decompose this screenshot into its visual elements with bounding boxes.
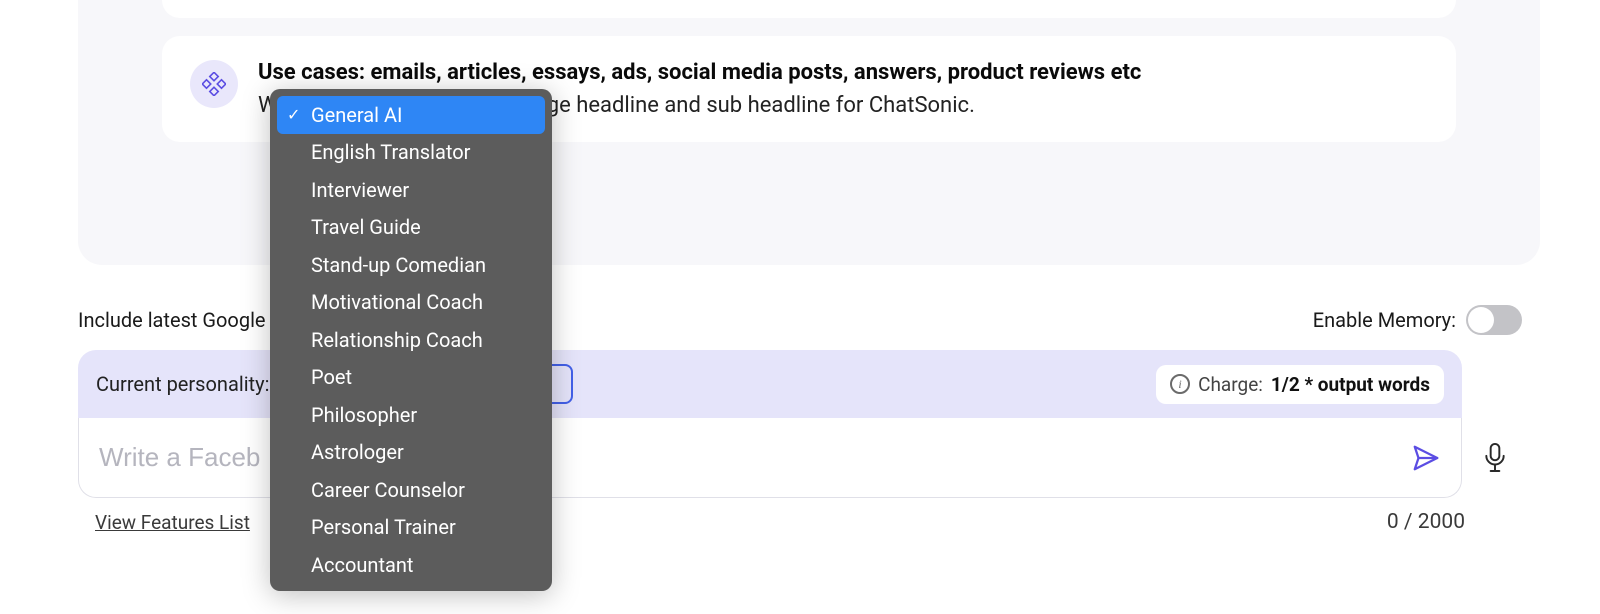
dropdown-item-label: Motivational Coach	[311, 290, 483, 314]
dropdown-item[interactable]: Interviewer	[277, 171, 545, 209]
mic-button[interactable]	[1480, 438, 1510, 478]
enable-memory-toggle[interactable]	[1466, 305, 1522, 335]
dropdown-item[interactable]: Accountant	[277, 546, 545, 584]
check-icon: ✓	[287, 105, 300, 124]
current-personality-label: Current personality:	[96, 372, 269, 396]
dropdown-item-label: Travel Guide	[311, 215, 421, 239]
enable-memory-control: Enable Memory:	[1313, 305, 1522, 335]
diamond-grid-icon	[202, 72, 226, 96]
dropdown-item-label: General AI	[311, 103, 402, 127]
dropdown-item[interactable]: Motivational Coach	[277, 284, 545, 322]
dropdown-item-label: Personal Trainer	[311, 515, 456, 539]
dropdown-item[interactable]: ✓ General AI	[277, 96, 545, 134]
charge-badge: i Charge: 1/2 * output words	[1156, 365, 1444, 404]
dropdown-item[interactable]: Career Counselor	[277, 471, 545, 509]
subtitle-end: ng page headline and sub headline for Ch…	[492, 93, 974, 118]
enable-memory-label: Enable Memory:	[1313, 308, 1456, 332]
dropdown-item[interactable]: Philosopher	[277, 396, 545, 434]
dropdown-item-label: English Translator	[311, 140, 470, 164]
dropdown-item[interactable]: Travel Guide	[277, 209, 545, 247]
use-cases-title: Use cases: emails, articles, essays, ads…	[258, 60, 1428, 85]
personality-dropdown[interactable]: ✓ General AI English Translator Interviewer…	[270, 89, 552, 591]
view-features-link[interactable]: View Features List	[95, 511, 250, 534]
dropdown-item[interactable]: Stand-up Comedian	[277, 246, 545, 284]
dropdown-item[interactable]: Personal Trainer	[277, 509, 545, 547]
dropdown-item[interactable]: Relationship Coach	[277, 321, 545, 359]
microphone-icon	[1482, 441, 1508, 475]
send-icon[interactable]	[1411, 443, 1441, 473]
dropdown-item-label: Poet	[311, 365, 352, 389]
dropdown-item-label: Astrologer	[311, 440, 404, 464]
dropdown-item[interactable]: Poet	[277, 359, 545, 397]
dropdown-item-label: Career Counselor	[311, 478, 465, 502]
dropdown-item-label: Interviewer	[311, 178, 409, 202]
charge-label: Charge:	[1198, 373, 1263, 396]
dropdown-item[interactable]: Astrologer	[277, 434, 545, 472]
use-cases-icon-wrap	[190, 60, 238, 108]
dropdown-item-label: Philosopher	[311, 403, 417, 427]
dropdown-item[interactable]: English Translator	[277, 134, 545, 172]
character-counter: 0 / 2000	[1387, 510, 1465, 534]
dropdown-item-label: Accountant	[311, 553, 413, 577]
charge-value: 1/2 * output words	[1271, 373, 1430, 396]
dropdown-item-label: Relationship Coach	[311, 328, 483, 352]
dropdown-item-label: Stand-up Comedian	[311, 253, 486, 277]
previous-card-edge	[162, 0, 1456, 18]
include-google-label: Include latest Google	[78, 308, 266, 332]
info-icon[interactable]: i	[1170, 374, 1190, 394]
